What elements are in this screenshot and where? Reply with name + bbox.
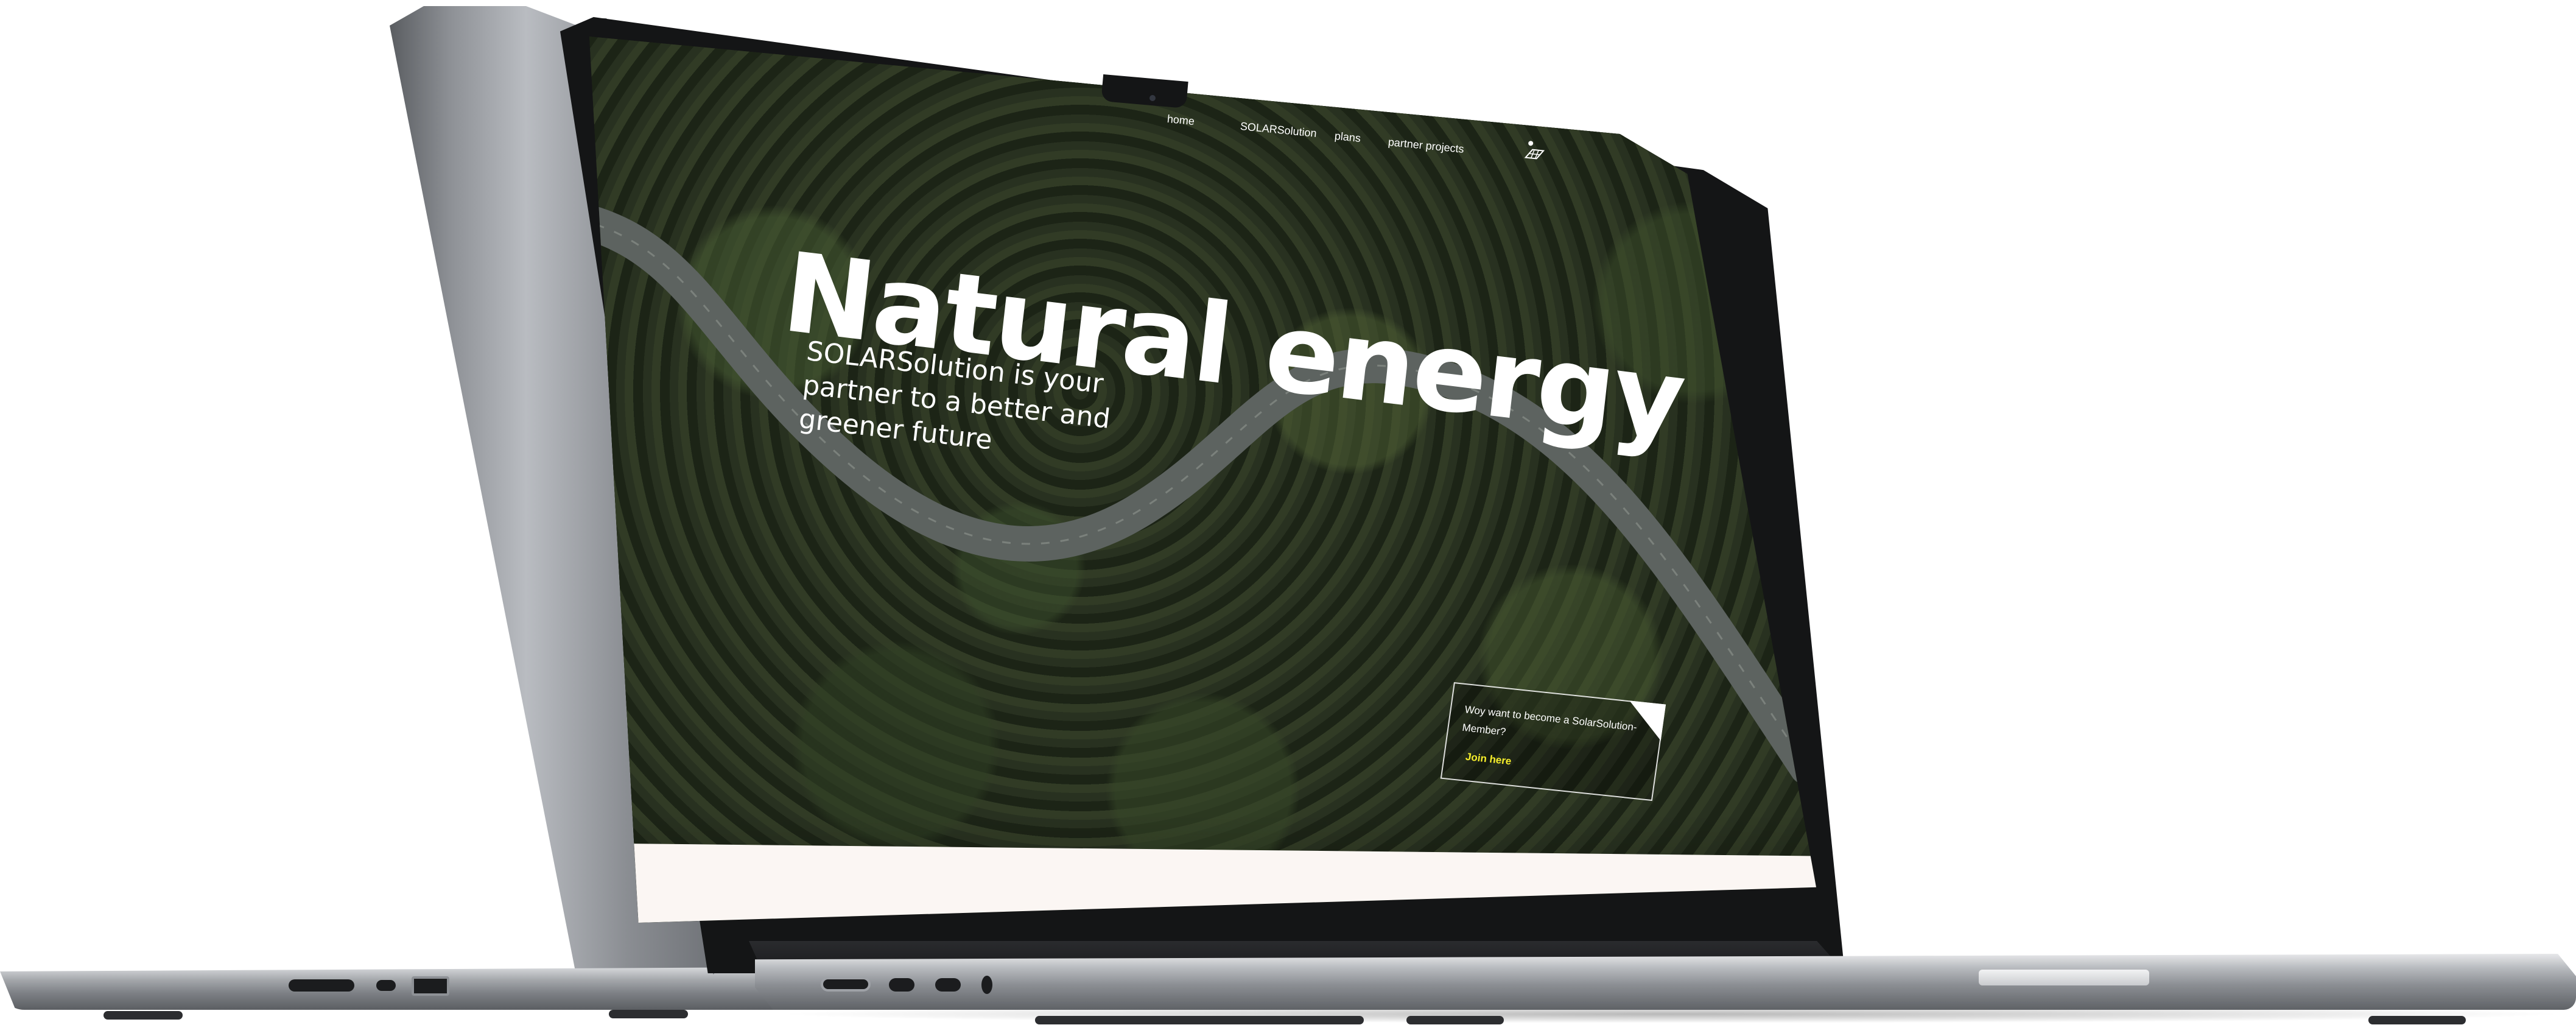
laptop-screen: home SOLARSolution plans partner project… xyxy=(589,37,1816,923)
laptop-foot xyxy=(1035,1016,1364,1024)
join-here-link[interactable]: Join here xyxy=(1465,751,1512,768)
sd-card-slot-icon xyxy=(289,979,354,992)
mockup-stage: home SOLARSolution plans partner project… xyxy=(0,0,2576,1036)
lid-opening-notch xyxy=(1979,970,2149,985)
hdmi-port-icon xyxy=(412,976,449,996)
front-laptop-base xyxy=(755,954,2576,1010)
usb-c-port-icon xyxy=(376,980,396,991)
nav-solarsolution-link[interactable]: SOLARSolution xyxy=(1240,120,1317,140)
headphone-jack-icon xyxy=(981,976,992,994)
laptop-foot xyxy=(104,1011,183,1020)
nav-partner-projects-link[interactable]: partner projects xyxy=(1388,136,1464,156)
camera-icon xyxy=(1149,95,1156,101)
usb-c-port-icon xyxy=(889,978,914,992)
top-navigation: home SOLARSolution plans partner project… xyxy=(589,113,1816,156)
magsafe-port-icon xyxy=(821,977,871,992)
cta-text: Woy want to become a SolarSolution-Membe… xyxy=(1461,703,1638,738)
nav-plans-link[interactable]: plans xyxy=(1334,130,1361,145)
laptop-foot xyxy=(609,1010,688,1018)
laptop-foot xyxy=(1406,1016,1504,1024)
solar-panel-logo-icon[interactable] xyxy=(1523,139,1545,161)
nav-home-link[interactable]: home xyxy=(1167,113,1195,128)
usb-c-port-icon xyxy=(935,978,961,992)
laptop-foot xyxy=(2368,1016,2466,1024)
